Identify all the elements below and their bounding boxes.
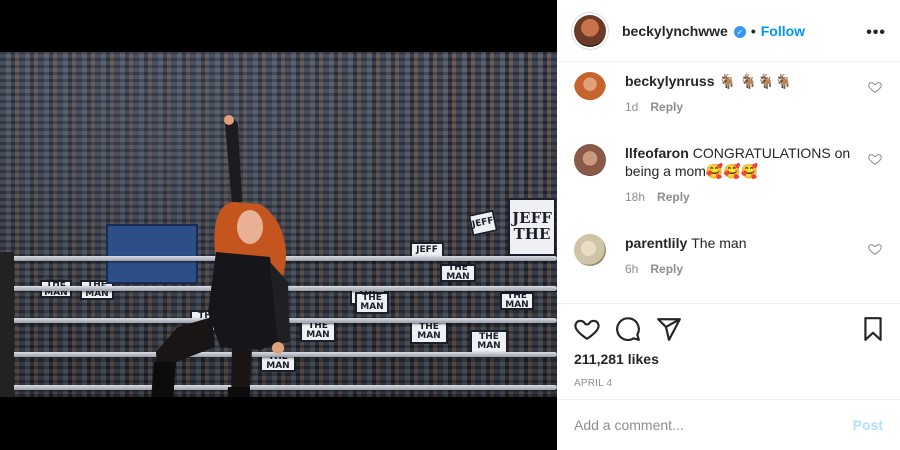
share-icon[interactable] [656,316,682,342]
wrestler-figure [151,115,290,397]
commenter-avatar[interactable] [574,144,606,176]
ring-post [0,252,14,397]
fan-sign: THE MAN [500,292,534,310]
likes-count[interactable]: 211,281 likes [574,351,659,367]
fan-sign: THE MAN [470,330,508,354]
reply-button[interactable]: Reply [650,100,683,114]
fan-sign: THE MAN [440,264,476,282]
comment-body: llfeofaron CONGRATULATIONS on being a mom… [625,144,855,206]
add-comment-input[interactable] [574,417,853,433]
comment-time: 6h [625,262,639,276]
reply-button[interactable]: Reply [657,190,690,204]
comment-meta: 1d Reply [625,98,855,116]
comment-meta: 18h Reply [625,188,855,206]
post-actions: 211,281 likes APRIL 4 [557,303,900,399]
fan-sign: THE MAN [410,320,448,344]
reply-button[interactable]: Reply [650,262,683,276]
fan-sign: JEFF THE [508,198,556,256]
commenter-avatar[interactable] [574,72,606,104]
comment-username[interactable]: beckylynruss [625,73,715,89]
comment-time: 1d [625,100,639,114]
heart-icon[interactable] [574,316,600,342]
comment-username[interactable]: llfeofaron [625,145,689,161]
post-side-panel: beckylynchwwe ✓ • Follow ••• beckylynruss 🐐 … [557,0,900,450]
comment-body: beckylynruss 🐐 🐐🐐🐐 1d Reply [625,72,855,116]
author-line: beckylynchwwe ✓ • Follow [622,23,805,39]
comment-meta: 6h Reply [625,260,855,278]
post-header: beckylynchwwe ✓ • Follow ••• [557,0,900,62]
post-date[interactable]: APRIL 4 [574,378,612,389]
comment-like-heart-icon[interactable] [868,152,882,166]
post-photo[interactable]: JEFF THE JEFF JEFF THE MAN THE MAN THE M… [0,52,557,397]
follow-button[interactable]: Follow [761,23,805,39]
post-comment-button[interactable]: Post [853,417,883,433]
comment-icon[interactable] [615,316,641,342]
comment-time: 18h [625,190,646,204]
commenter-avatar[interactable] [574,234,606,266]
comment-text: 🐐 🐐🐐🐐 [718,73,793,89]
comment-like-heart-icon[interactable] [868,242,882,256]
comment-body: parentlily The man 6h Reply [625,234,855,278]
post-media: JEFF THE JEFF JEFF THE MAN THE MAN THE M… [0,0,557,450]
verified-badge-icon: ✓ [733,26,746,38]
more-options-icon[interactable]: ••• [866,24,886,42]
fan-sign: THE MAN [355,292,389,314]
bookmark-icon[interactable] [860,316,886,342]
author-username[interactable]: beckylynchwwe [622,23,728,39]
comment-username[interactable]: parentlily [625,235,687,251]
separator-dot: • [750,22,756,39]
add-comment-bar: Post [557,399,900,450]
author-avatar[interactable] [574,14,606,47]
comment-like-heart-icon[interactable] [868,80,882,94]
comment-text: The man [691,235,747,251]
comments-list: beckylynruss 🐐 🐐🐐🐐 1d Reply llfeofaron CONG… [557,62,900,302]
